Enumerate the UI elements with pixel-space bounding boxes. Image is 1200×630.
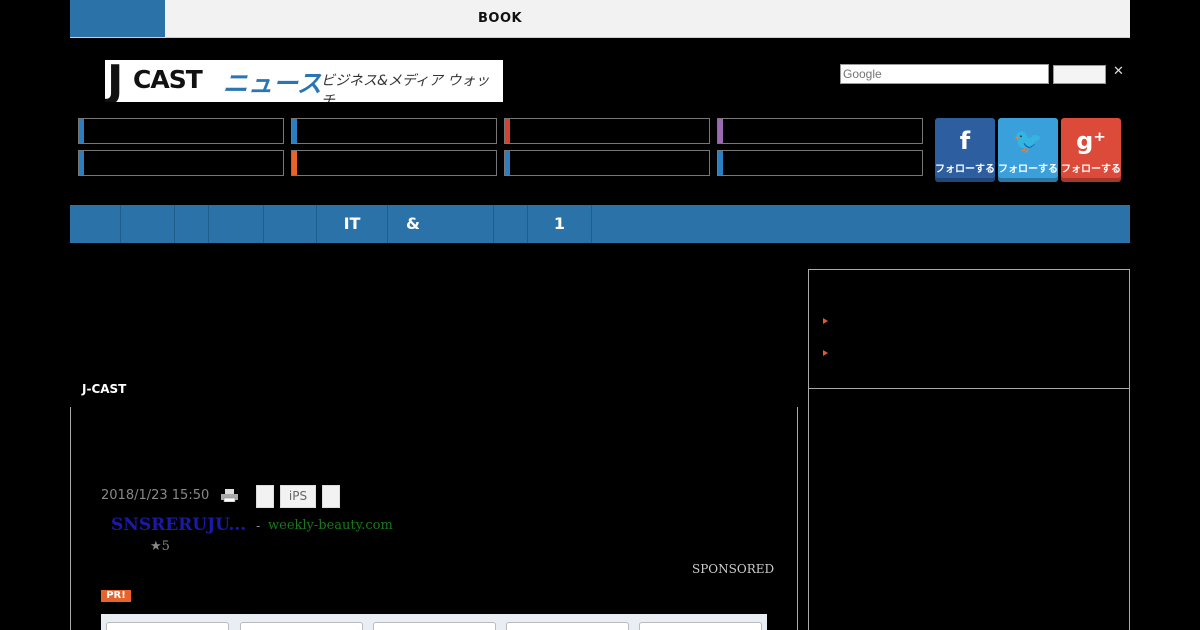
- category-tile-8[interactable]: [717, 150, 923, 176]
- nav-item-3[interactable]: [175, 205, 209, 243]
- nav-item-5[interactable]: [264, 205, 317, 243]
- category-color-bar: [292, 151, 297, 175]
- related-tile-2[interactable]: [240, 622, 363, 630]
- nav-item-1[interactable]: [70, 205, 121, 243]
- article-date: 2018/1/23 15:50: [101, 488, 210, 503]
- nav-item-and[interactable]: &: [388, 205, 494, 243]
- top-bar-home-tab[interactable]: [70, 0, 165, 37]
- article-tag-3[interactable]: [322, 485, 340, 508]
- ad-title-link[interactable]: SNSRERUJU...: [111, 515, 246, 535]
- follow-label: フォローする: [1061, 164, 1121, 175]
- nav-item-1-ranking[interactable]: 1: [528, 205, 592, 243]
- arrow-icon: [823, 350, 828, 356]
- sidebar-box-top: [808, 269, 1130, 389]
- facebook-follow-button[interactable]: f フォローする: [935, 118, 995, 182]
- related-tile-3[interactable]: [373, 622, 496, 630]
- ad-rating: ★5: [150, 539, 170, 554]
- related-tile-5[interactable]: [639, 622, 762, 630]
- jcast-news-logo[interactable]: J CAST ニュース ビジネス&メディア ウォッチ: [105, 60, 503, 102]
- category-color-bar: [505, 151, 510, 175]
- top-bar: [70, 0, 1130, 38]
- ad-domain-link[interactable]: weekly-beauty.com: [268, 518, 393, 533]
- logo-cast: CAST: [133, 65, 203, 94]
- google-plus-icon: g⁺: [1076, 127, 1106, 155]
- category-tile-6[interactable]: [291, 150, 497, 176]
- search-input[interactable]: [840, 64, 1049, 84]
- google-plus-follow-button[interactable]: g⁺ フォローする: [1061, 118, 1121, 182]
- category-tile-7[interactable]: [504, 150, 710, 176]
- twitter-bird-icon: 🐦: [1013, 127, 1043, 155]
- logo-subtitle: ビジネス&メディア ウォッチ: [321, 73, 490, 102]
- sidebar-box-bottom: [808, 389, 1130, 630]
- follow-label: フォローする: [998, 164, 1058, 175]
- nav-item-4[interactable]: [209, 205, 264, 243]
- close-icon[interactable]: ✕: [1113, 64, 1124, 79]
- logo-j: J: [107, 60, 124, 102]
- facebook-icon: f: [959, 127, 971, 155]
- category-color-bar: [292, 119, 297, 143]
- section-label: J-CAST: [82, 382, 127, 396]
- nav-item-8[interactable]: [494, 205, 528, 243]
- ad-separator: -: [256, 519, 261, 533]
- book-link[interactable]: BOOK: [478, 11, 522, 26]
- search-button[interactable]: [1053, 65, 1106, 84]
- category-color-bar: [79, 119, 84, 143]
- category-tile-3[interactable]: [504, 118, 710, 144]
- category-color-bar: [505, 119, 510, 143]
- category-color-bar: [79, 151, 84, 175]
- twitter-follow-button[interactable]: 🐦 フォローする: [998, 118, 1058, 182]
- category-tile-2[interactable]: [291, 118, 497, 144]
- category-tile-1[interactable]: [78, 118, 284, 144]
- pr-badge: PR!: [101, 590, 131, 602]
- arrow-icon: [823, 318, 828, 324]
- logo-news: ニュース: [223, 69, 322, 98]
- related-tile-1[interactable]: [106, 622, 229, 630]
- nav-item-2[interactable]: [121, 205, 175, 243]
- category-color-bar: [718, 119, 723, 143]
- print-icon[interactable]: [221, 489, 238, 502]
- category-tile-5[interactable]: [78, 150, 284, 176]
- nav-item-it[interactable]: IT: [317, 205, 388, 243]
- sponsored-label: SPONSORED: [692, 562, 775, 576]
- main-nav: IT & 1: [70, 205, 1130, 243]
- article-tag-1[interactable]: [256, 485, 274, 508]
- article-tag-ips[interactable]: iPS: [280, 485, 316, 508]
- category-color-bar: [718, 151, 723, 175]
- related-tile-4[interactable]: [506, 622, 629, 630]
- category-tile-4[interactable]: [717, 118, 923, 144]
- follow-label: フォローする: [935, 164, 995, 175]
